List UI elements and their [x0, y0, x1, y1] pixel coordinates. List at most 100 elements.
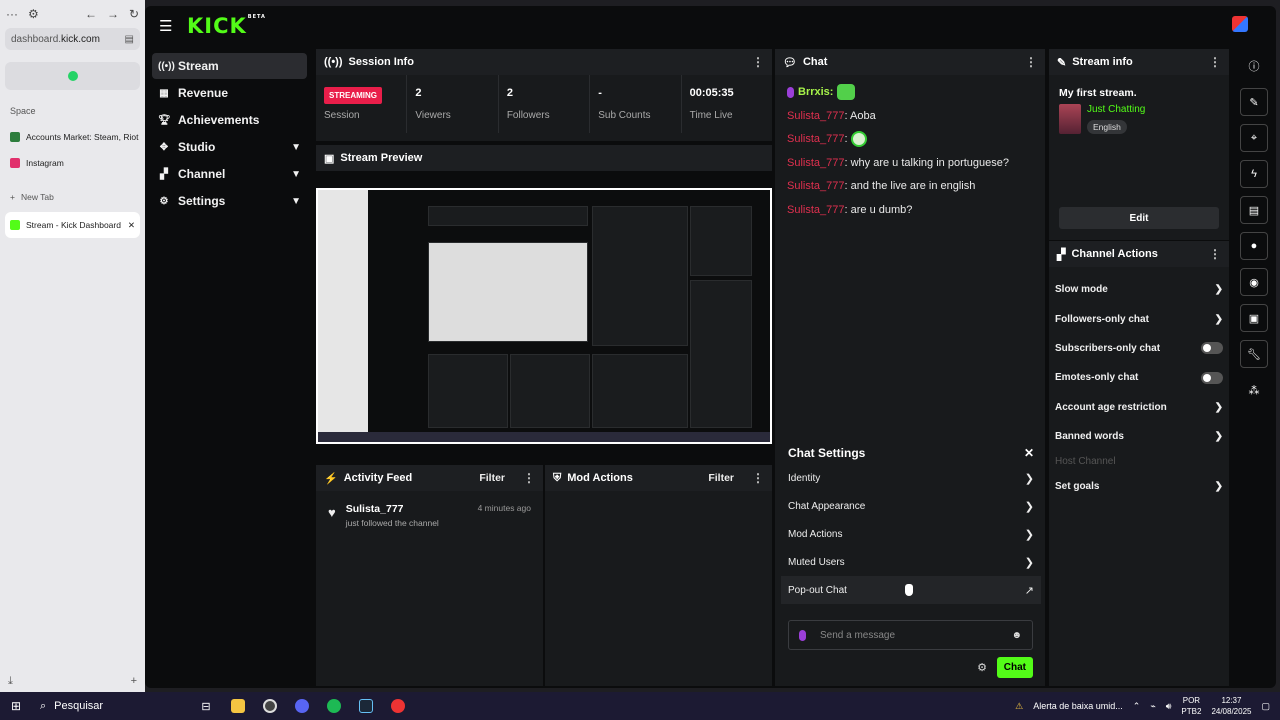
browser-icon[interactable]: [382, 692, 414, 720]
chat-settings-mod-actions[interactable]: Mod Actions ❯: [777, 520, 1045, 548]
preview-icon: ▣: [324, 152, 335, 165]
forward-icon[interactable]: →: [107, 7, 119, 21]
clock[interactable]: 12:37 24/08/2025: [1211, 695, 1251, 717]
mouse-cursor: [905, 584, 913, 596]
weather-alert[interactable]: Alerta de baixa umid...: [1033, 701, 1123, 711]
chat-username[interactable]: Sulista_777: [787, 133, 845, 145]
steam-icon[interactable]: [350, 692, 382, 720]
chat-message-input[interactable]: Send a message ☻: [788, 620, 1033, 650]
stream-preview-video[interactable]: [316, 188, 772, 444]
add-icon[interactable]: +: [131, 675, 137, 688]
category-link[interactable]: Just Chatting: [1087, 104, 1145, 115]
windows-start-icon[interactable]: ⊞: [0, 699, 32, 713]
chat-username[interactable]: Sulista_777: [787, 204, 845, 216]
nav-stream[interactable]: ((•)) Stream: [152, 53, 307, 79]
lightning-icon[interactable]: ϟ: [1240, 160, 1268, 188]
send-chat-button[interactable]: Chat: [996, 657, 1033, 678]
nav-channel[interactable]: ▞ Channel ▼: [152, 161, 307, 187]
stat-value: -: [598, 87, 602, 99]
chat-settings-popover: Chat Settings ✕ Identity ❯ Chat Appearanc…: [777, 442, 1045, 682]
filter-button[interactable]: Filter: [708, 472, 734, 484]
shapes-icon[interactable]: ⁂: [1240, 376, 1268, 404]
kick-logo[interactable]: KICKBETA: [187, 14, 266, 38]
gear-icon[interactable]: ⚙: [977, 661, 987, 674]
channel-icon[interactable]: ▣: [1240, 304, 1268, 332]
row-label: Banned words: [1055, 431, 1124, 443]
file-explorer-icon[interactable]: [222, 692, 254, 720]
wrench-icon[interactable]: 🔧︎: [1240, 340, 1268, 368]
broadcast-icon: ((•)): [158, 60, 175, 72]
chat-settings-muted-users[interactable]: Muted Users ❯: [777, 548, 1045, 576]
account-age-row[interactable]: Account age restriction ❯: [1049, 393, 1229, 422]
notification-icon[interactable]: ▢: [1261, 701, 1270, 712]
nav-settings[interactable]: ⚙ Settings ▼: [152, 188, 307, 214]
chat-username[interactable]: Sulista_777: [787, 110, 845, 122]
language-badge: English: [1087, 120, 1127, 134]
session-stat: STREAMING Session: [316, 75, 408, 133]
panel-title: Activity Feed: [343, 472, 413, 484]
broadcast-icon[interactable]: ◉: [1240, 268, 1268, 296]
preview-box: [510, 354, 590, 428]
task-view-icon[interactable]: ⊟: [190, 692, 222, 720]
avatar[interactable]: [1232, 16, 1248, 32]
nav-revenue[interactable]: ▦ Revenue: [152, 80, 307, 106]
tab-instagram[interactable]: Instagram: [0, 150, 145, 176]
spotify-icon[interactable]: [318, 692, 350, 720]
pinned-whatsapp[interactable]: [5, 62, 140, 90]
nav-studio[interactable]: ✥ Studio ▼: [152, 134, 307, 160]
scan-icon[interactable]: ⌖: [1240, 124, 1268, 152]
more-icon[interactable]: ⋮: [1209, 55, 1221, 69]
chat-username[interactable]: Brrxis: [798, 86, 830, 98]
menu-icon[interactable]: ☰: [159, 17, 179, 35]
filter-button[interactable]: Filter: [479, 472, 505, 484]
close-icon[interactable]: ✕: [128, 220, 135, 231]
more-icon[interactable]: ⋮: [752, 55, 764, 69]
download-icon[interactable]: ⤓: [8, 675, 13, 688]
more-icon[interactable]: ⋮: [523, 471, 535, 485]
set-goals-row[interactable]: Set goals ❯: [1049, 471, 1229, 500]
more-icon[interactable]: ⋮: [1209, 247, 1221, 261]
edit-button[interactable]: Edit: [1059, 207, 1219, 229]
discord-icon[interactable]: [286, 692, 318, 720]
tray-chevron-icon[interactable]: ⌃: [1133, 701, 1141, 712]
subscribers-only-toggle[interactable]: [1201, 342, 1223, 355]
nav-achievements[interactable]: 🏆︎ Achievements: [152, 107, 307, 133]
reload-icon[interactable]: ↻: [129, 7, 139, 21]
chat-icon[interactable]: ●: [1240, 232, 1268, 260]
chat-settings-identity[interactable]: Identity ❯: [777, 464, 1045, 492]
more-icon[interactable]: ⋮: [752, 471, 764, 485]
stat-value: 2: [506, 87, 513, 99]
extensions-icon[interactable]: ⚙: [28, 7, 39, 21]
followers-only-row[interactable]: Followers-only chat ❯: [1049, 304, 1229, 333]
site-settings-icon[interactable]: ▤: [125, 34, 134, 45]
document-icon[interactable]: ▤: [1240, 196, 1268, 224]
language-indicator[interactable]: POR PTB2: [1181, 695, 1201, 717]
new-tab-button[interactable]: + New Tab: [0, 184, 145, 210]
info-icon[interactable]: ⓘ: [1240, 52, 1268, 80]
network-icon[interactable]: ⌁: [1150, 701, 1155, 712]
tab-accounts-market[interactable]: Accounts Market: Steam, Riot: [0, 124, 145, 150]
slow-mode-row[interactable]: Slow mode ❯: [1049, 275, 1229, 304]
obs-icon[interactable]: [254, 692, 286, 720]
more-icon[interactable]: ⋮: [1025, 55, 1037, 69]
chat-message: Sulista_777: why are u talking in portug…: [787, 152, 1033, 176]
preview-box: [428, 242, 588, 342]
edit-stream-icon[interactable]: ✎: [1240, 88, 1268, 116]
url-bar[interactable]: dashboard.kick.com ▤: [5, 28, 140, 50]
emotes-only-toggle[interactable]: [1201, 371, 1223, 384]
close-icon[interactable]: ✕: [1024, 446, 1034, 460]
banned-words-row[interactable]: Banned words ❯: [1049, 422, 1229, 451]
emoji-icon[interactable]: ☻: [1011, 630, 1022, 641]
chevron-right-icon: ❯: [1214, 313, 1223, 325]
chat-username[interactable]: Sulista_777: [787, 157, 845, 169]
taskbar-search[interactable]: ⌕ Pesquisar: [32, 700, 182, 713]
chat-username[interactable]: Sulista_777: [787, 180, 845, 192]
back-icon[interactable]: ←: [85, 7, 97, 21]
feed-user[interactable]: Sulista_777: [346, 503, 439, 515]
volume-icon[interactable]: 🔊︎: [1166, 701, 1172, 712]
url-host: dashboard.: [11, 33, 62, 45]
chat-settings-appearance[interactable]: Chat Appearance ❯: [777, 492, 1045, 520]
more-icon[interactable]: ···: [6, 7, 18, 21]
panel-title: Stream Preview: [340, 152, 423, 164]
tab-active[interactable]: Stream - Kick Dashboard ✕: [5, 212, 140, 238]
